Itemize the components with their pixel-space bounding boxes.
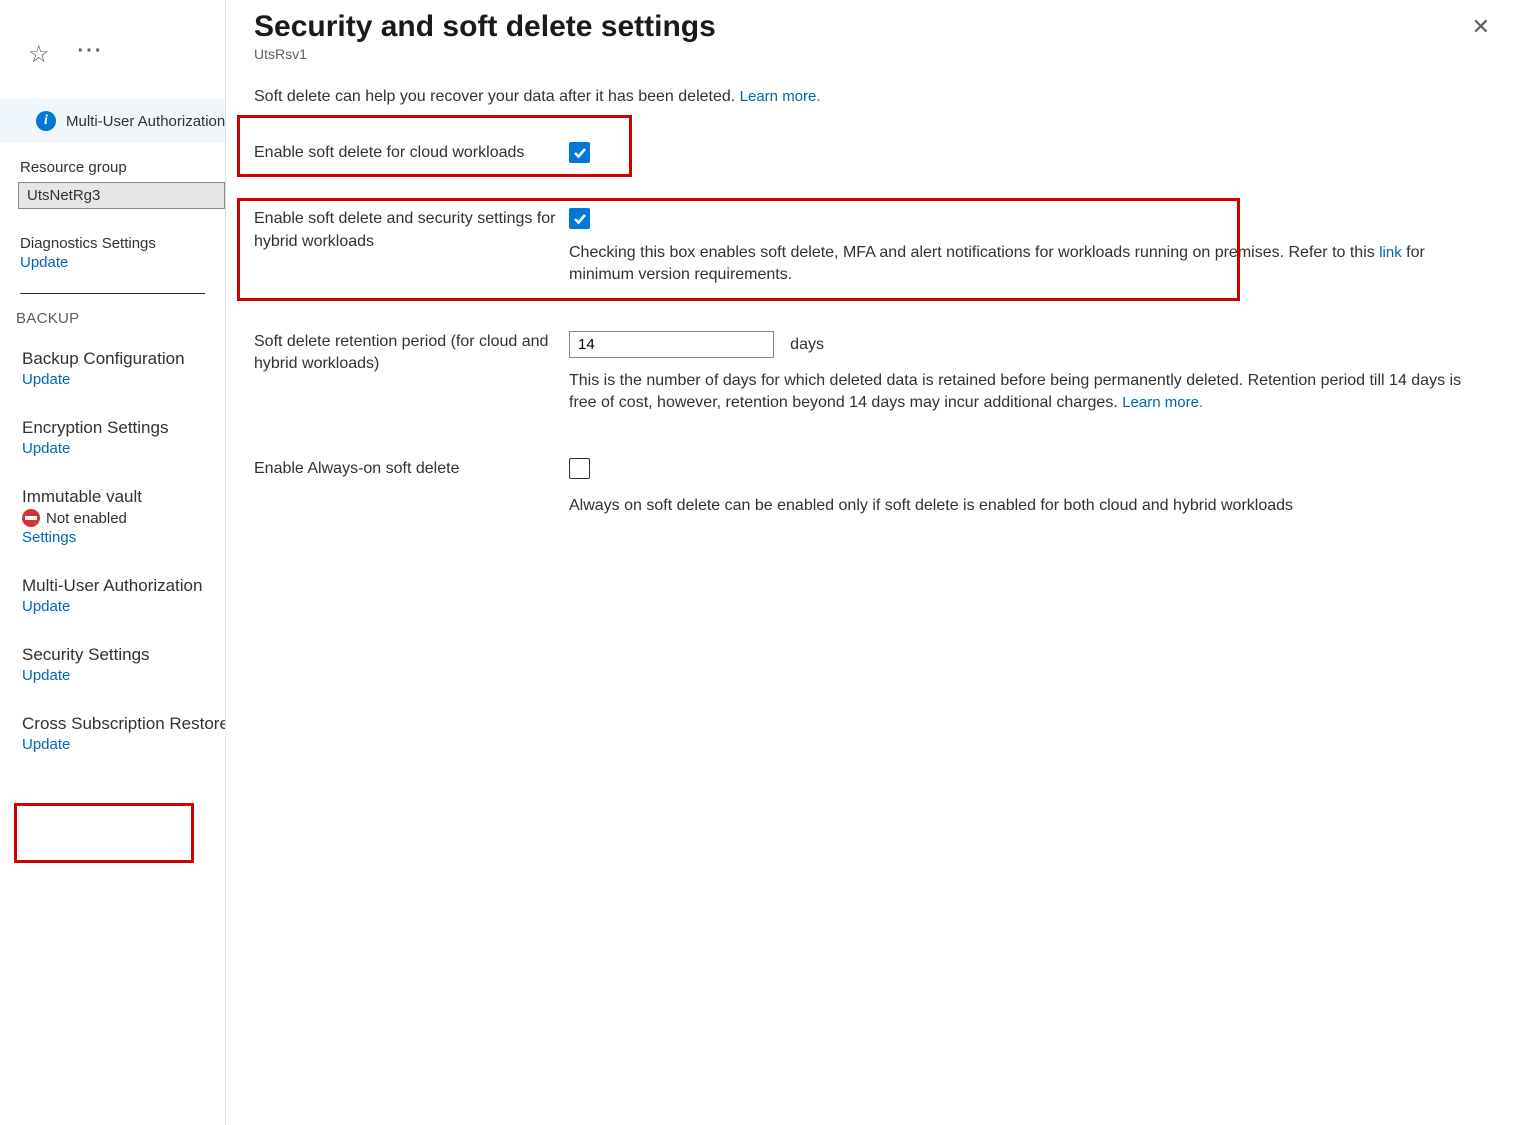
more-icon[interactable]: ···: [78, 40, 104, 63]
sidebar-item-label: Encryption Settings: [22, 418, 225, 438]
backup-section-header: BACKUP: [0, 310, 225, 327]
intro-text: Soft delete can help you recover your da…: [254, 88, 1486, 106]
intro-learn-more-link[interactable]: Learn more.: [740, 88, 821, 105]
highlight-box-security-settings: [14, 803, 194, 863]
retention-learn-more-link[interactable]: Learn more.: [1122, 394, 1203, 411]
backup-configuration-update-link[interactable]: Update: [22, 371, 70, 388]
not-enabled-icon: [22, 509, 40, 527]
sidebar-item-backup-configuration: Backup Configuration Update: [0, 349, 225, 388]
always-on-label: Enable Always-on soft delete: [254, 458, 569, 480]
sidebar-item-multi-user-authorization: Multi-User Authorization Update: [0, 576, 225, 615]
resource-group-input[interactable]: [18, 182, 225, 209]
immutable-vault-settings-link[interactable]: Settings: [22, 529, 76, 546]
encryption-settings-update-link[interactable]: Update: [22, 440, 70, 457]
sidebar-item-immutable-vault: Immutable vault Not enabled Settings: [0, 487, 225, 546]
close-icon[interactable]: ✕: [1472, 14, 1490, 40]
sidebar-item-cross-subscription-restore: Cross Subscription Restore Update: [0, 714, 225, 753]
sidebar-item-label: Cross Subscription Restore: [22, 714, 225, 734]
retention-help-text: This is the number of days for which del…: [569, 370, 1486, 415]
info-icon: i: [36, 111, 56, 131]
sidebar-item-label: Immutable vault: [22, 487, 225, 507]
divider: [20, 293, 205, 294]
mua-info-banner[interactable]: i Multi-User Authorization: [0, 99, 225, 143]
retention-label: Soft delete retention period (for cloud …: [254, 331, 569, 376]
security-settings-update-link[interactable]: Update: [22, 667, 70, 684]
sidebar-item-encryption-settings: Encryption Settings Update: [0, 418, 225, 457]
csr-update-link[interactable]: Update: [22, 736, 70, 753]
panel-title: Security and soft delete settings: [254, 10, 1486, 44]
retention-days-input[interactable]: [569, 331, 774, 358]
always-on-checkbox[interactable]: [569, 458, 590, 479]
highlight-box-hybrid-checkbox: [237, 198, 1240, 301]
retention-unit: days: [790, 336, 824, 353]
mua-update-link[interactable]: Update: [22, 598, 70, 615]
highlight-box-cloud-checkbox: [237, 115, 632, 177]
panel-subtitle: UtsRsv1: [254, 46, 1486, 62]
mua-banner-text: Multi-User Authorization: [66, 113, 225, 130]
sidebar-item-label: Multi-User Authorization: [22, 576, 225, 596]
hybrid-version-link[interactable]: link: [1379, 244, 1402, 261]
sidebar-item-label: Backup Configuration: [22, 349, 225, 369]
resource-group-label: Resource group: [0, 159, 225, 176]
sidebar-item-label: Security Settings: [22, 645, 225, 665]
favorite-star-icon[interactable]: ☆: [28, 40, 50, 69]
diagnostics-update-link[interactable]: Update: [0, 254, 225, 271]
immutable-vault-status: Not enabled: [46, 510, 127, 527]
sidebar: ☆ ··· i Multi-User Authorization Resourc…: [0, 0, 225, 1125]
sidebar-item-security-settings: Security Settings Update: [0, 645, 225, 684]
always-on-help-text: Always on soft delete can be enabled onl…: [569, 495, 1486, 517]
diagnostics-settings-label: Diagnostics Settings: [0, 235, 225, 252]
